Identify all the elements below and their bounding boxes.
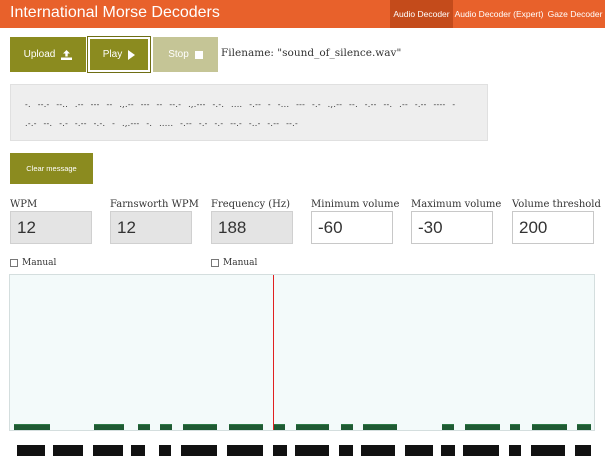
volume-threshold-input[interactable]: 200 bbox=[512, 211, 594, 244]
decoded-message-box: -. --.- --.. .-- --- -- .,.-- --- -- --.… bbox=[10, 84, 488, 141]
signal-bar bbox=[442, 424, 454, 430]
signal-bar bbox=[14, 424, 50, 430]
wpm-input[interactable]: 12 bbox=[10, 211, 92, 244]
timeline-segment bbox=[463, 445, 499, 456]
timeline-segment bbox=[361, 445, 395, 456]
timeline-segment bbox=[159, 445, 171, 456]
signal-bar bbox=[274, 424, 285, 430]
signal-bar bbox=[160, 424, 172, 430]
signal-bar bbox=[183, 424, 207, 430]
app-title[interactable]: International Morse Decoders bbox=[10, 4, 220, 22]
timeline-segment bbox=[575, 445, 591, 456]
signal-bar bbox=[341, 424, 353, 430]
volume-threshold-label: Volume threshold bbox=[512, 199, 601, 210]
upload-icon bbox=[61, 49, 73, 60]
timeline-segment bbox=[131, 445, 145, 456]
signal-bar bbox=[465, 424, 500, 430]
signal-bar bbox=[296, 424, 329, 430]
timeline-segment bbox=[531, 445, 565, 456]
morse-timeline bbox=[9, 445, 595, 456]
stop-icon bbox=[194, 50, 203, 59]
timeline-segment bbox=[17, 445, 45, 456]
timeline-segment bbox=[339, 445, 353, 456]
signal-bar bbox=[138, 424, 150, 430]
timeline-segment bbox=[441, 445, 455, 456]
wpm-manual-toggle[interactable]: Manual bbox=[10, 258, 56, 268]
upload-button[interactable]: Upload bbox=[10, 37, 86, 72]
timeline-segment bbox=[273, 445, 287, 456]
play-icon bbox=[128, 49, 136, 60]
max-volume-label: Maximum volume bbox=[411, 199, 502, 210]
frequency-manual-toggle[interactable]: Manual bbox=[211, 258, 257, 268]
filename-label: Filename: "sound_of_silence.wav" bbox=[221, 47, 402, 59]
clear-message-button[interactable]: Clear message bbox=[10, 153, 93, 184]
wpm-manual-checkbox[interactable] bbox=[10, 259, 18, 267]
signal-bar bbox=[229, 424, 263, 430]
spectrogram-canvas[interactable] bbox=[9, 274, 595, 431]
timeline-segment bbox=[405, 445, 433, 456]
stop-button-label: Stop bbox=[168, 49, 189, 60]
top-navbar: International Morse Decoders Audio Decod… bbox=[0, 0, 605, 28]
frequency-manual-checkbox[interactable] bbox=[211, 259, 219, 267]
stop-button[interactable]: Stop bbox=[153, 37, 218, 72]
wpm-manual-label: Manual bbox=[22, 258, 57, 268]
playhead-cursor bbox=[273, 275, 274, 430]
timeline-segment bbox=[227, 445, 263, 456]
timeline-segment bbox=[295, 445, 329, 456]
timeline-segment bbox=[509, 445, 521, 456]
upload-button-label: Upload bbox=[23, 49, 56, 60]
signal-bar bbox=[532, 424, 567, 430]
tab-audio-decoder-expert[interactable]: Audio Decoder (Expert) bbox=[453, 0, 545, 28]
timeline-segment bbox=[53, 445, 83, 456]
signal-bar bbox=[206, 424, 217, 430]
min-volume-input[interactable]: -60 bbox=[311, 211, 393, 244]
tab-audio-decoder[interactable]: Audio Decoder bbox=[390, 0, 453, 28]
min-volume-label: Minimum volume bbox=[311, 199, 400, 210]
frequency-input[interactable]: 188 bbox=[211, 211, 293, 244]
play-button-label: Play bbox=[102, 49, 123, 60]
frequency-label: Frequency (Hz) bbox=[211, 199, 291, 210]
signal-bar bbox=[510, 424, 520, 430]
wpm-label: WPM bbox=[10, 199, 38, 210]
farnsworth-wpm-label: Farnsworth WPM bbox=[110, 199, 199, 210]
timeline-segment bbox=[93, 445, 123, 456]
max-volume-input[interactable]: -30 bbox=[411, 211, 493, 244]
play-button[interactable]: Play bbox=[87, 36, 151, 73]
signal-bar bbox=[577, 424, 591, 430]
timeline-segment bbox=[181, 445, 217, 456]
tab-gaze-decoder[interactable]: Gaze Decoder bbox=[545, 0, 605, 28]
signal-bar bbox=[363, 424, 397, 430]
signal-bar bbox=[94, 424, 124, 430]
frequency-manual-label: Manual bbox=[223, 258, 258, 268]
farnsworth-wpm-input[interactable]: 12 bbox=[110, 211, 192, 244]
